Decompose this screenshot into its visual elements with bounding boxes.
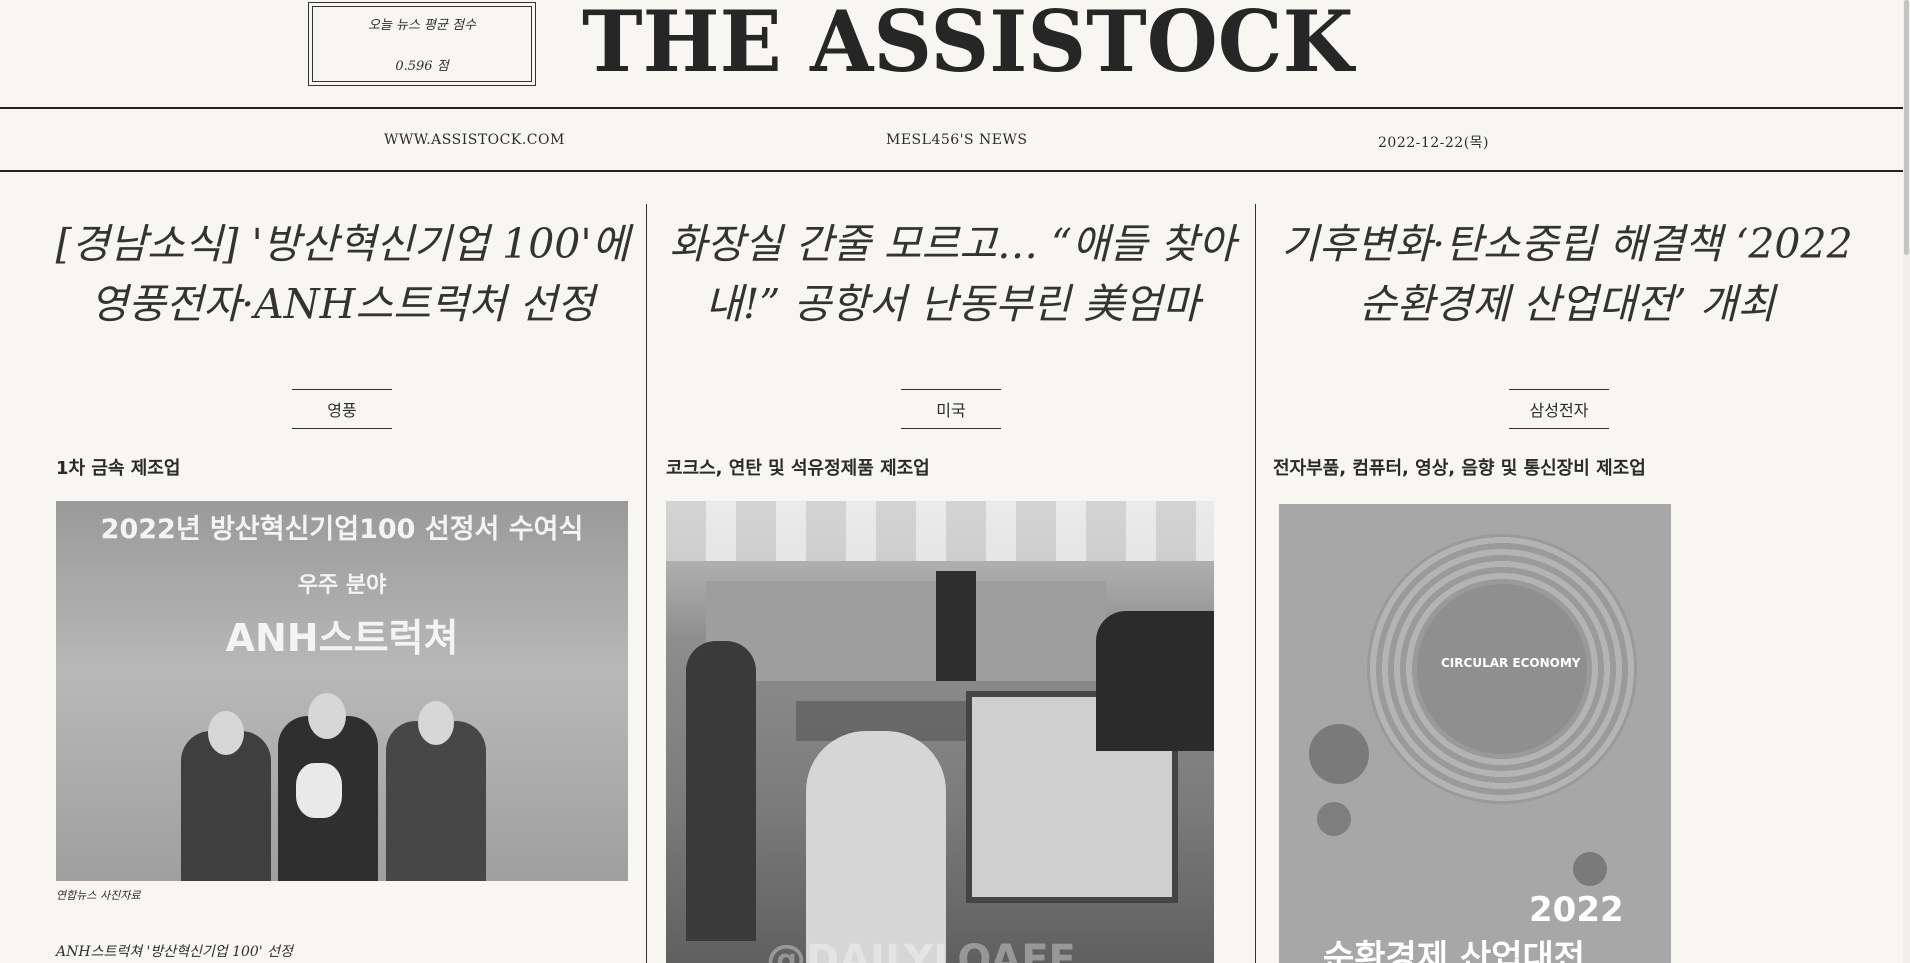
- scrollbar-thumb[interactable]: [1904, 0, 1909, 255]
- poster-title: 순환경제 산업대전: [1323, 938, 1586, 963]
- person-figure: [386, 721, 486, 881]
- newspaper-page: 오늘 뉴스 평균 점수 0.596 점 THE ASSISTOCK WWW.AS…: [0, 0, 1910, 963]
- score-value: 0.596 점: [395, 59, 449, 74]
- article-headline[interactable]: [경남소식] '방산혁신기업 100'에 영풍전자·ANH스트럭처 선정: [50, 214, 635, 334]
- date-label: 2022-12-22(목): [1378, 135, 1490, 151]
- column-divider: [646, 204, 647, 963]
- author-label: MESL456'S NEWS: [886, 132, 1028, 148]
- decor-circle: [1309, 724, 1369, 784]
- industry-label: 1차 금속 제조업: [56, 458, 181, 479]
- company-tag[interactable]: 미국: [901, 389, 1001, 429]
- masthead-bottom-rule: [0, 170, 1903, 172]
- person-figure: [1096, 611, 1214, 751]
- person-head: [418, 701, 454, 745]
- site-link[interactable]: WWW.ASSISTOCK.COM: [384, 132, 565, 148]
- article-photo[interactable]: @DAILYLOAFE: [666, 501, 1214, 963]
- info-bar: WWW.ASSISTOCK.COM MESL456'S NEWS 2022-12…: [0, 108, 1903, 172]
- poster-label: CIRCULAR ECONOMY: [1441, 656, 1581, 670]
- brand-title[interactable]: THE ASSISTOCK: [582, 0, 1353, 84]
- article-photo[interactable]: 2022년 방산혁신기업100 선정서 수여식 우주 분야 ANH스트럭쳐: [56, 501, 628, 881]
- industry-label: 코크스, 연탄 및 석유정제품 제조업: [666, 458, 930, 479]
- photo-banner-text: 우주 분야: [297, 573, 387, 598]
- article-photo[interactable]: CIRCULAR ECONOMY 2022 순환경제 산업대전: [1279, 504, 1671, 963]
- display-board: [936, 571, 976, 681]
- photo-banner-text: ANH스트럭쳐: [225, 616, 459, 660]
- photo-ceiling-lights: [666, 501, 1214, 561]
- article-card-3[interactable]: 기후변화·탄소중립 해결책 ‘2022 순환경제 산업대전’ 개최 삼성전자 전…: [1267, 204, 1867, 963]
- article-card-2[interactable]: 화장실 간줄 모르고… “애들 찾아내!” 공항서 난동부린 美엄마 미국 코크…: [660, 204, 1245, 963]
- article-headline[interactable]: 화장실 간줄 모르고… “애들 찾아내!” 공항서 난동부린 美엄마: [660, 214, 1245, 334]
- column-divider: [1255, 204, 1256, 963]
- industry-label: 전자부품, 컴퓨터, 영상, 음향 및 통신장비 제조업: [1273, 458, 1646, 479]
- decor-circle: [1573, 852, 1607, 886]
- decor-circle: [1317, 802, 1351, 836]
- article-headline[interactable]: 기후변화·탄소중립 해결책 ‘2022 순환경제 산업대전’ 개최: [1267, 214, 1867, 334]
- person-head: [308, 693, 346, 739]
- photo-banner-text: 2022년 방산혁신기업100 선정서 수여식: [100, 514, 584, 545]
- terminal-wall: [706, 581, 1106, 681]
- company-tag[interactable]: 삼성전자: [1509, 389, 1609, 429]
- daily-score-box: 오늘 뉴스 평균 점수 0.596 점: [308, 2, 536, 86]
- flower-bouquet: [296, 763, 342, 818]
- person-head: [208, 711, 244, 755]
- person-figure: [686, 641, 756, 941]
- page-scrollbar[interactable]: [1903, 0, 1910, 963]
- article-subline[interactable]: ANH스트럭쳐 '방산혁신기업 100' 선정: [56, 941, 293, 961]
- score-label: 오늘 뉴스 평균 점수: [367, 18, 477, 33]
- article-card-1[interactable]: [경남소식] '방산혁신기업 100'에 영풍전자·ANH스트럭처 선정 영풍 …: [50, 204, 635, 963]
- photo-caption: 연합뉴스 사진자료: [56, 889, 141, 902]
- poster-year: 2022: [1529, 890, 1624, 930]
- company-tag[interactable]: 영풍: [292, 389, 392, 429]
- photo-watermark: @DAILYLOAFE: [766, 937, 1076, 963]
- woman-figure: [806, 731, 946, 963]
